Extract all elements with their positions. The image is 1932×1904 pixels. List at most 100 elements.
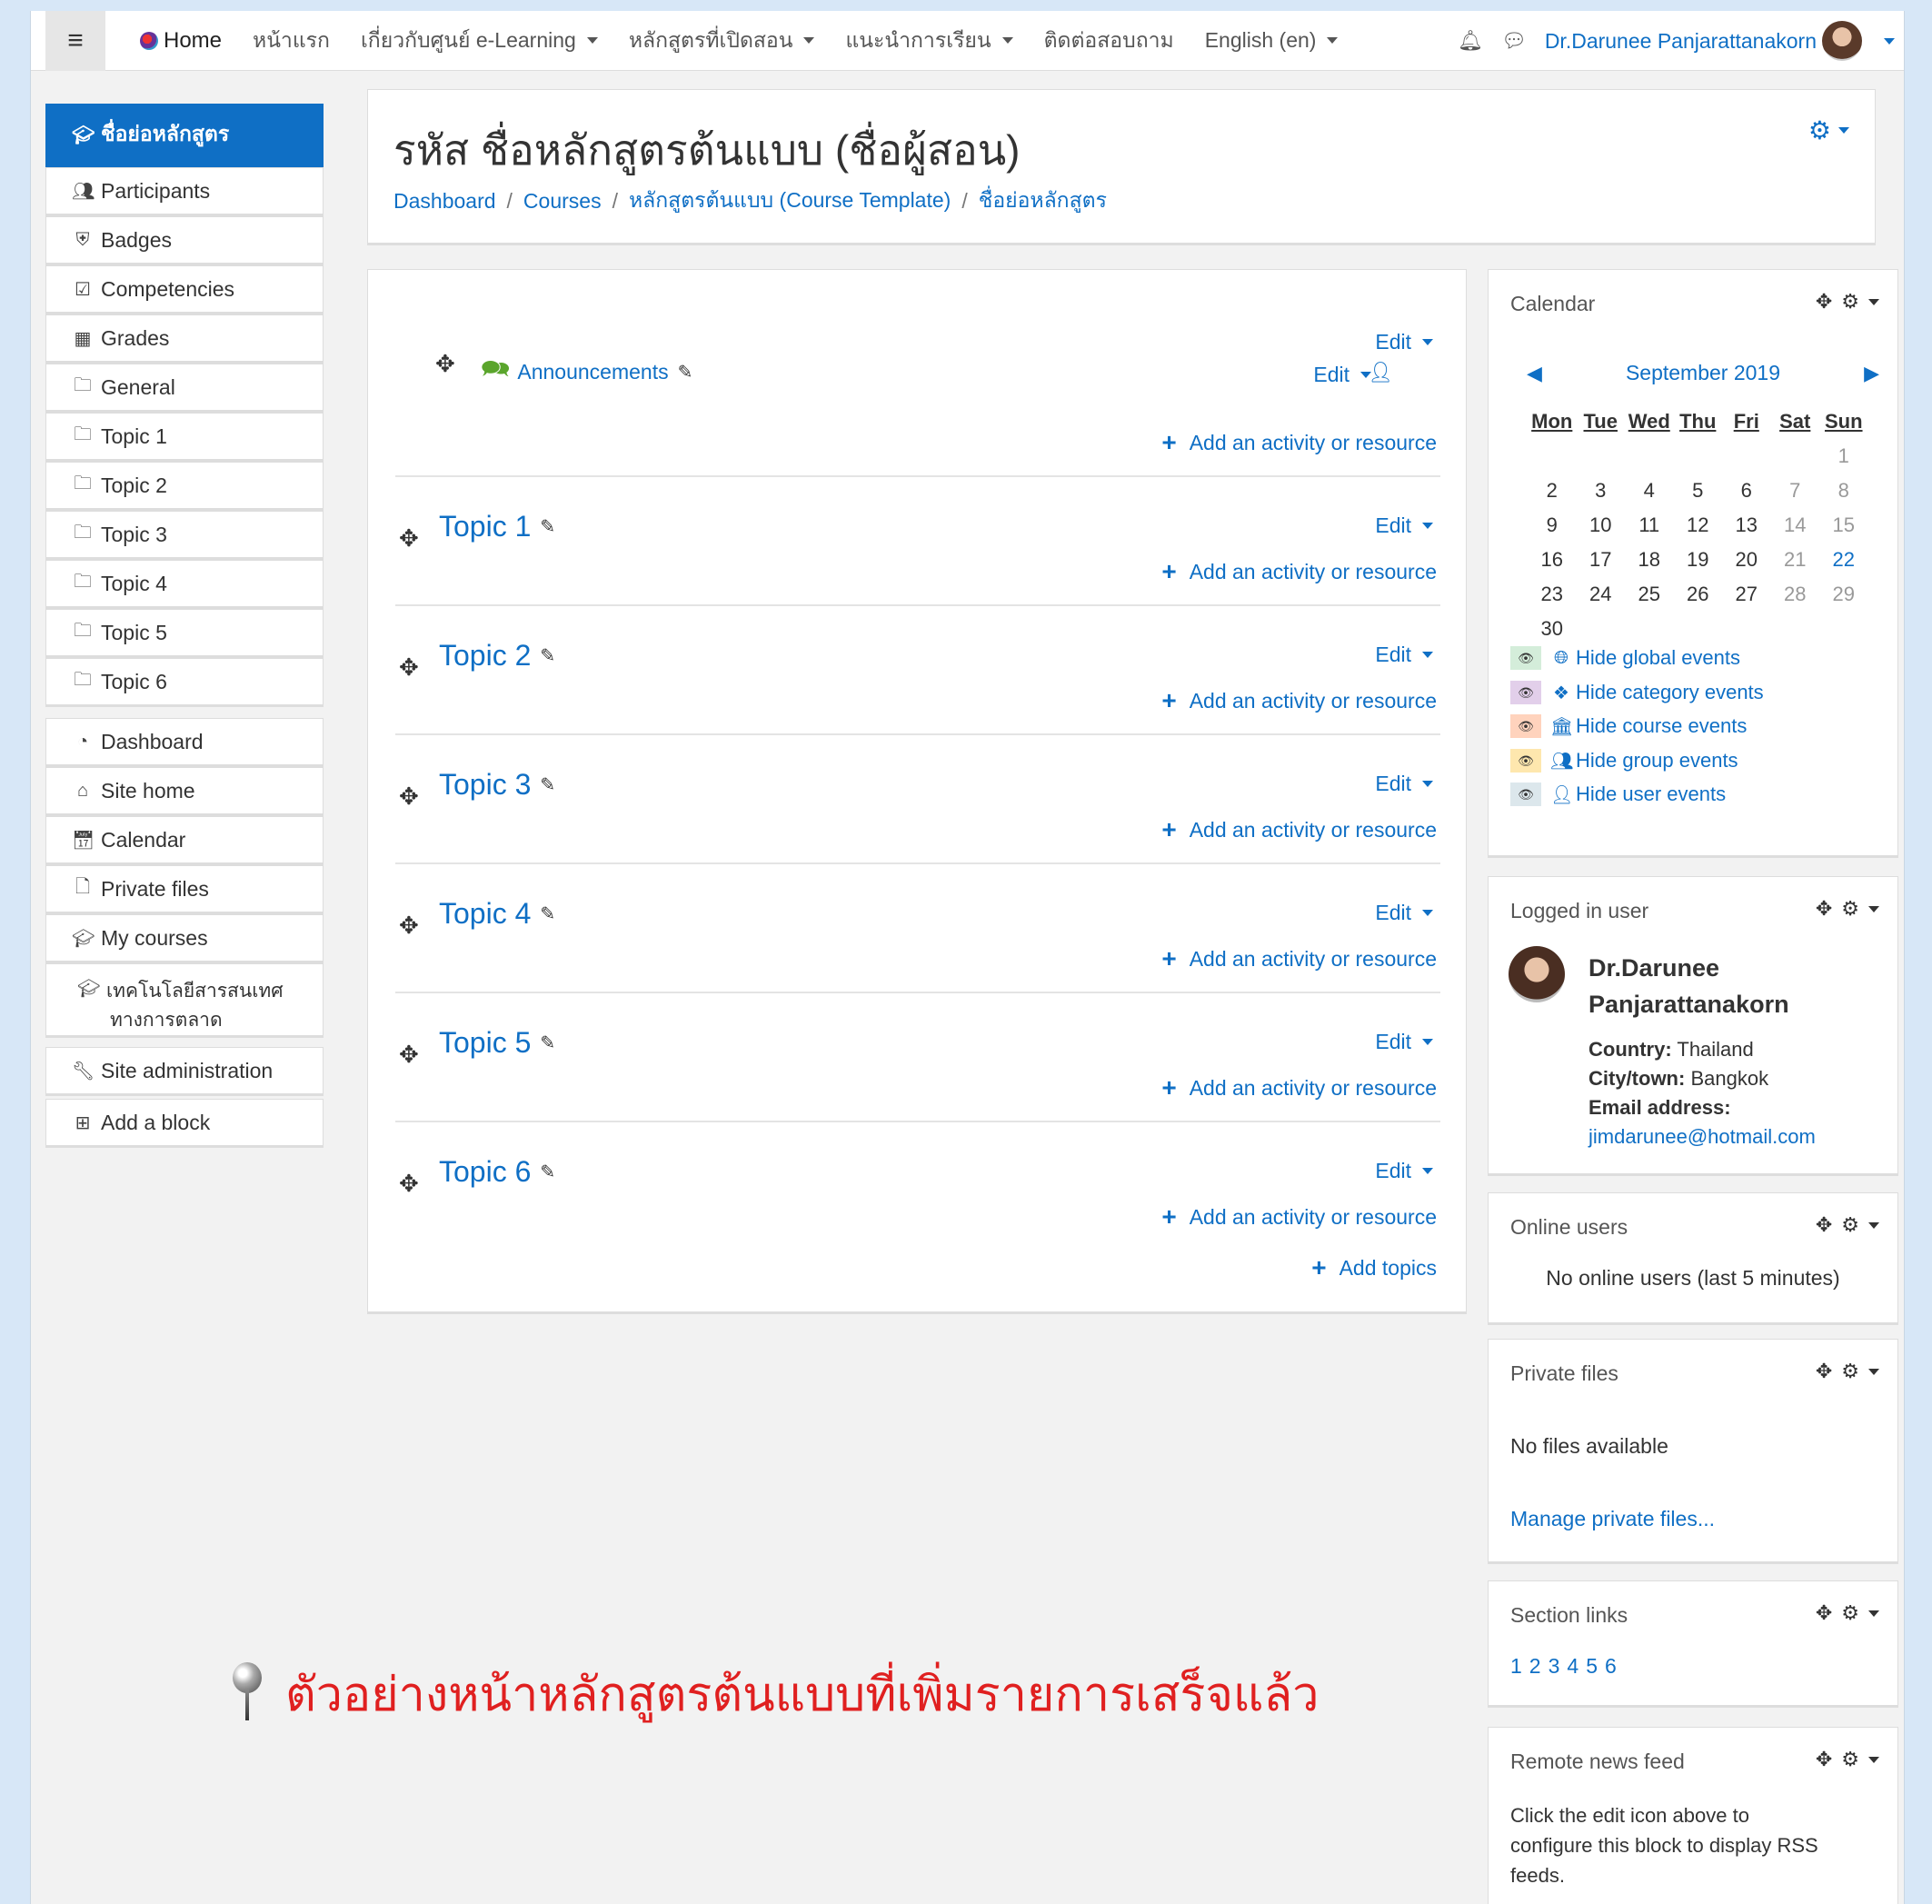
block-controls[interactable]: ✥ ⚙: [1816, 897, 1879, 921]
drawer-item-add-block[interactable]: ⊞ Add a block: [45, 1099, 324, 1148]
calendar-day[interactable]: 2: [1528, 479, 1577, 503]
drawer-item-dashboard[interactable]: ◔ Dashboard: [45, 718, 324, 767]
section-edit-menu[interactable]: Edit: [1375, 513, 1433, 538]
breadcrumb-courses[interactable]: Courses: [523, 189, 602, 214]
add-activity-button[interactable]: + Add an activity or resource: [1161, 686, 1437, 715]
section-link[interactable]: 1: [1510, 1654, 1522, 1679]
move-icon[interactable]: ✥: [1816, 1601, 1832, 1625]
drawer-item-course-marketing[interactable]: 🎓︎ เทคโนโลยีสารสนเทศ ทางการตลาด: [45, 963, 324, 1038]
section-link[interactable]: 6: [1605, 1654, 1617, 1679]
calendar-event-filter[interactable]: 👁︎ 👥︎ Hide group events: [1510, 749, 1738, 773]
messages-icon[interactable]: 💬︎: [1501, 29, 1527, 53]
pencil-icon[interactable]: ✎: [678, 361, 693, 384]
topic-5-title[interactable]: Topic 5 ✎: [439, 1026, 555, 1060]
move-icon[interactable]: ✥: [435, 350, 455, 378]
drawer-item-course[interactable]: 🎓︎ ชื่อย่อหลักสูตร: [45, 104, 324, 167]
block-controls[interactable]: ✥ ⚙: [1816, 1601, 1879, 1625]
add-activity-button[interactable]: + Add an activity or resource: [1161, 1202, 1437, 1231]
add-activity-button[interactable]: + Add an activity or resource: [1161, 815, 1437, 844]
pencil-icon[interactable]: ✎: [540, 1161, 555, 1183]
drawer-item-private-files[interactable]: 🗋 Private files: [45, 865, 324, 914]
calendar-day[interactable]: 8: [1819, 479, 1868, 503]
section-edit-menu[interactable]: Edit: [1375, 901, 1433, 925]
move-icon[interactable]: ✥: [1816, 1360, 1832, 1383]
topic-6-title[interactable]: Topic 6 ✎: [439, 1155, 555, 1189]
add-topics-button[interactable]: + Add topics: [1311, 1253, 1437, 1282]
calendar-day[interactable]: 19: [1674, 548, 1723, 572]
language-menu[interactable]: English (en): [1205, 28, 1339, 53]
drawer-item-topic-4[interactable]: 🗀 Topic 4: [45, 560, 324, 609]
user-email-link[interactable]: jimdarunee@hotmail.com: [1588, 1122, 1816, 1151]
drawer-item-site-admin[interactable]: 🔧︎ Site administration: [45, 1047, 324, 1096]
move-icon[interactable]: ✥: [399, 524, 419, 553]
gear-icon[interactable]: ⚙: [1841, 1360, 1859, 1383]
prev-month-icon[interactable]: ◀: [1527, 362, 1542, 385]
next-month-icon[interactable]: ▶: [1864, 362, 1879, 385]
block-controls[interactable]: ✥ ⚙: [1816, 1213, 1879, 1237]
nav-item-about[interactable]: เกี่ยวกับศูนย์ e-Learning: [361, 25, 598, 57]
calendar-day[interactable]: 22: [1819, 548, 1868, 572]
calendar-day[interactable]: 14: [1771, 513, 1820, 537]
nav-item-courses[interactable]: หลักสูตรที่เปิดสอน: [629, 25, 815, 57]
calendar-event-filter[interactable]: 👁︎ ❖ Hide category events: [1510, 681, 1764, 704]
calendar-day[interactable]: 28: [1771, 583, 1820, 606]
calendar-day[interactable]: 26: [1674, 583, 1723, 606]
calendar-day[interactable]: 6: [1722, 479, 1771, 503]
move-icon[interactable]: ✥: [1816, 1748, 1832, 1771]
calendar-day[interactable]: 27: [1722, 583, 1771, 606]
breadcrumb-course[interactable]: ชื่อย่อหลักสูตร: [979, 184, 1107, 217]
course-settings-menu[interactable]: ⚙: [1808, 115, 1849, 145]
pencil-icon[interactable]: ✎: [540, 1032, 555, 1054]
nav-item-frontpage[interactable]: หน้าแรก: [253, 25, 330, 57]
activity-announcements[interactable]: 🗪 Announcements ✎: [481, 352, 692, 392]
section-link[interactable]: 4: [1567, 1654, 1578, 1679]
move-icon[interactable]: ✥: [399, 783, 419, 811]
calendar-day[interactable]: 20: [1722, 548, 1771, 572]
user-menu[interactable]: Dr.Darunee Panjarattanakorn: [1545, 21, 1895, 61]
topic-1-title[interactable]: Topic 1 ✎: [439, 510, 555, 543]
topic-4-title[interactable]: Topic 4 ✎: [439, 897, 555, 931]
move-icon[interactable]: ✥: [1816, 290, 1832, 314]
move-icon[interactable]: ✥: [1816, 897, 1832, 921]
calendar-day[interactable]: 15: [1819, 513, 1868, 537]
nav-item-contact[interactable]: ติดต่อสอบถาม: [1044, 25, 1174, 57]
gear-icon[interactable]: ⚙: [1841, 1601, 1859, 1625]
calendar-day[interactable]: 21: [1771, 548, 1820, 572]
drawer-item-topic-5[interactable]: 🗀 Topic 5: [45, 609, 324, 658]
gear-icon[interactable]: ⚙: [1841, 290, 1859, 314]
add-activity-button[interactable]: + Add an activity or resource: [1161, 1073, 1437, 1102]
calendar-day[interactable]: 16: [1528, 548, 1577, 572]
block-controls[interactable]: ✥ ⚙: [1816, 290, 1879, 314]
calendar-day[interactable]: 5: [1674, 479, 1723, 503]
calendar-day[interactable]: 7: [1771, 479, 1820, 503]
drawer-item-topic-1[interactable]: 🗀 Topic 1: [45, 413, 324, 462]
calendar-day[interactable]: 29: [1819, 583, 1868, 606]
manage-private-files-link[interactable]: Manage private files...: [1510, 1507, 1715, 1531]
calendar-day[interactable]: 30: [1528, 617, 1577, 641]
calendar-day[interactable]: 1: [1819, 444, 1868, 468]
move-icon[interactable]: ✥: [399, 653, 419, 682]
pencil-icon[interactable]: ✎: [540, 902, 555, 925]
pencil-icon[interactable]: ✎: [540, 644, 555, 667]
calendar-event-filter[interactable]: 👁︎ 👤︎ Hide user events: [1510, 783, 1726, 806]
section-link[interactable]: 3: [1549, 1654, 1560, 1679]
move-icon[interactable]: ✥: [399, 912, 419, 940]
hamburger-menu-icon[interactable]: ≡: [45, 11, 105, 71]
calendar-day[interactable]: 3: [1577, 479, 1626, 503]
move-icon[interactable]: ✥: [399, 1041, 419, 1069]
calendar-day[interactable]: 25: [1625, 583, 1674, 606]
drawer-item-calendar[interactable]: 📅︎ Calendar: [45, 816, 324, 865]
activity-edit-menu[interactable]: Edit: [1313, 363, 1371, 387]
drawer-item-topic-2[interactable]: 🗀 Topic 2: [45, 462, 324, 511]
block-controls[interactable]: ✥ ⚙: [1816, 1360, 1879, 1383]
breadcrumb-dashboard[interactable]: Dashboard: [393, 189, 496, 214]
calendar-day[interactable]: 4: [1625, 479, 1674, 503]
gear-icon[interactable]: ⚙: [1841, 1748, 1859, 1771]
calendar-day[interactable]: 11: [1625, 513, 1674, 537]
drawer-item-my-courses[interactable]: 🎓︎ My courses: [45, 914, 324, 963]
calendar-day[interactable]: 10: [1577, 513, 1626, 537]
calendar-event-filter[interactable]: 👁︎ 🌐︎ Hide global events: [1510, 646, 1740, 670]
user-icon[interactable]: 👤︎: [1368, 361, 1393, 384]
drawer-item-topic-3[interactable]: 🗀 Topic 3: [45, 511, 324, 560]
nav-home-link[interactable]: Home: [140, 28, 222, 54]
